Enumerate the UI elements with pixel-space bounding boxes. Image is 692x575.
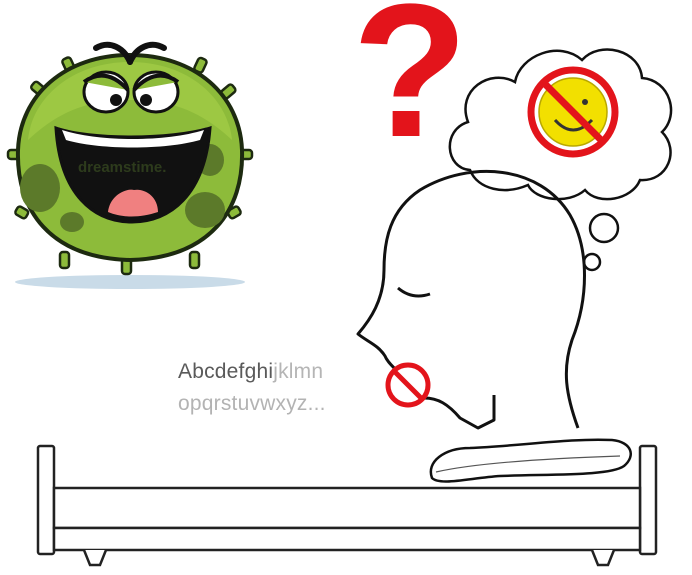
alphabet-dark-part: Abcdefghi [178,360,274,383]
thought-dot-small [582,252,602,272]
alphabet-line-2: opqrstuvwxyz... [178,392,326,415]
alphabet-light-part: jklmn [273,360,324,383]
no-smile-symbol [527,66,619,158]
bed-frame [52,526,642,552]
no-mouth-symbol [385,362,431,408]
illustration-canvas: dreamstime. ? Abcdefghijklmn opqrstuvwxy… [0,0,692,575]
bed-mattress [52,486,642,530]
watermark-text: dreamstime. [78,159,166,176]
smiley-eye-right [582,99,588,105]
germ-monster: dreamstime. [6,41,254,289]
bed-post-right [638,444,658,556]
bed-leg-right [590,549,616,567]
alphabet-line-1: Abcdefghijklmn [178,360,323,384]
thought-dot-large [588,212,620,244]
question-mark: ? [352,0,469,177]
scene-graphics: dreamstime. [6,41,673,567]
closed-eye [397,286,431,298]
bed-leg-left [82,549,108,567]
germ-shadow [15,275,245,289]
bed-post-left [36,444,56,556]
